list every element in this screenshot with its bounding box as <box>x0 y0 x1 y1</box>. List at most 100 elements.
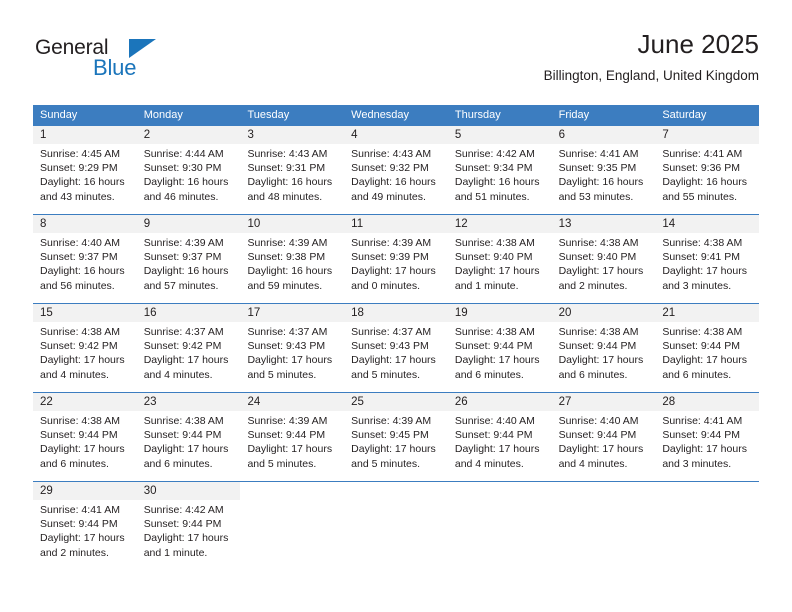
sunset-text: Sunset: 9:40 PM <box>454 251 533 264</box>
day-details: Sunrise: 4:37 AM Sunset: 9:43 PM Daylight:… <box>344 322 448 382</box>
sunrise-text: Sunrise: 4:37 AM <box>247 326 328 338</box>
day-details: Sunrise: 4:43 AM Sunset: 9:31 PM Daylight:… <box>240 144 344 204</box>
sunrise-text: Sunrise: 4:38 AM <box>558 326 639 338</box>
calendar-day-cell[interactable]: 26 Sunrise: 4:40 AM Sunset: 9:44 PM Dayligh… <box>447 393 552 481</box>
sunset-text: Sunset: 9:44 PM <box>143 518 222 531</box>
calendar-day-cell[interactable]: 11 Sunrise: 4:39 AM Sunset: 9:39 PM Dayligh… <box>344 215 448 303</box>
calendar-day-cell[interactable]: 9 Sunrise: 4:39 AM Sunset: 9:37 PM Daylight… <box>136 215 241 303</box>
calendar-day-cell[interactable]: 2 Sunrise: 4:44 AM Sunset: 9:30 PM Daylight… <box>136 126 241 214</box>
day-number: 20 <box>551 304 656 322</box>
day-number: 24 <box>240 393 345 411</box>
sunrise-text: Sunrise: 4:39 AM <box>351 415 432 427</box>
day-details: Sunrise: 4:41 AM Sunset: 9:44 PM Daylight:… <box>655 411 759 471</box>
calendar-day-cell[interactable]: 8 Sunrise: 4:40 AM Sunset: 9:37 PM Daylight… <box>33 215 137 303</box>
calendar-day-cell[interactable]: 5 Sunrise: 4:42 AM Sunset: 9:34 PM Daylight… <box>447 126 552 214</box>
sunset-text: Sunset: 9:35 PM <box>558 162 637 175</box>
day-number <box>551 482 656 500</box>
daylight-text: Daylight: 17 hours and 5 minutes. <box>247 443 333 470</box>
sunset-text: Sunset: 9:37 PM <box>143 251 222 264</box>
day-details: Sunrise: 4:38 AM Sunset: 9:44 PM Daylight:… <box>448 322 552 382</box>
day-number: 11 <box>344 215 448 233</box>
calendar-day-cell[interactable]: 13 Sunrise: 4:38 AM Sunset: 9:40 PM Dayligh… <box>551 215 656 303</box>
daylight-text: Daylight: 17 hours and 6 minutes. <box>40 443 125 470</box>
day-number <box>447 482 552 500</box>
calendar-day-cell[interactable]: 28 Sunrise: 4:41 AM Sunset: 9:44 PM Dayligh… <box>655 393 760 481</box>
calendar-day-cell[interactable]: 16 Sunrise: 4:37 AM Sunset: 9:42 PM Dayligh… <box>136 304 241 392</box>
day-details: Sunrise: 4:40 AM Sunset: 9:44 PM Daylight:… <box>448 411 552 471</box>
weekday-header-tuesday: Tuesday <box>247 109 290 121</box>
day-number <box>344 482 448 500</box>
daylight-text: Daylight: 17 hours and 2 minutes. <box>558 265 644 292</box>
page-header: General Blue June 2025 Billington, Engla… <box>33 28 759 98</box>
daylight-text: Daylight: 17 hours and 5 minutes. <box>247 354 333 381</box>
day-details: Sunrise: 4:38 AM Sunset: 9:40 PM Daylight:… <box>552 233 656 293</box>
calendar-day-cell[interactable]: 25 Sunrise: 4:39 AM Sunset: 9:45 PM Dayligh… <box>344 393 448 481</box>
day-number: 18 <box>344 304 448 322</box>
calendar-day-cell[interactable]: 23 Sunrise: 4:38 AM Sunset: 9:44 PM Dayligh… <box>136 393 241 481</box>
calendar-day-cell[interactable]: 4 Sunrise: 4:43 AM Sunset: 9:32 PM Daylight… <box>344 126 448 214</box>
sunrise-text: Sunrise: 4:41 AM <box>558 148 639 160</box>
day-details: Sunrise: 4:39 AM Sunset: 9:44 PM Daylight:… <box>240 411 344 471</box>
day-number: 27 <box>551 393 656 411</box>
day-details: Sunrise: 4:41 AM Sunset: 9:35 PM Daylight:… <box>552 144 656 204</box>
sunset-text: Sunset: 9:44 PM <box>454 340 533 353</box>
calendar-day-cell[interactable]: 12 Sunrise: 4:38 AM Sunset: 9:40 PM Dayligh… <box>447 215 552 303</box>
daylight-text: Daylight: 16 hours and 56 minutes. <box>40 265 125 292</box>
sunset-text: Sunset: 9:29 PM <box>40 162 118 175</box>
calendar-day-cell[interactable]: 7 Sunrise: 4:41 AM Sunset: 9:36 PM Daylight… <box>655 126 760 214</box>
day-number: 3 <box>240 126 345 144</box>
sunset-text: Sunset: 9:44 PM <box>40 518 118 531</box>
day-details: Sunrise: 4:43 AM Sunset: 9:32 PM Daylight:… <box>344 144 448 204</box>
sunrise-text: Sunrise: 4:42 AM <box>143 504 224 516</box>
calendar-day-cell[interactable]: 17 Sunrise: 4:37 AM Sunset: 9:43 PM Dayligh… <box>240 304 345 392</box>
day-number: 13 <box>551 215 656 233</box>
weekday-header-monday: Monday <box>143 109 183 121</box>
day-details: Sunrise: 4:42 AM Sunset: 9:34 PM Daylight:… <box>448 144 552 204</box>
calendar-day-cell[interactable]: 1 Sunrise: 4:45 AM Sunset: 9:29 PM Daylight… <box>33 126 137 214</box>
weekday-header-friday: Friday <box>558 109 590 121</box>
sunrise-text: Sunrise: 4:38 AM <box>662 237 743 249</box>
calendar-day-cell[interactable]: 21 Sunrise: 4:38 AM Sunset: 9:44 PM Dayligh… <box>655 304 760 392</box>
calendar-day-cell[interactable]: 19 Sunrise: 4:38 AM Sunset: 9:44 PM Dayligh… <box>447 304 552 392</box>
calendar-day-cell[interactable]: 24 Sunrise: 4:39 AM Sunset: 9:44 PM Dayligh… <box>240 393 345 481</box>
calendar-day-cell[interactable]: 10 Sunrise: 4:39 AM Sunset: 9:38 PM Dayligh… <box>240 215 345 303</box>
sunrise-text: Sunrise: 4:38 AM <box>662 326 743 338</box>
day-number: 28 <box>655 393 760 411</box>
daylight-text: Daylight: 16 hours and 46 minutes. <box>143 176 229 203</box>
day-number: 19 <box>447 304 552 322</box>
sunrise-text: Sunrise: 4:38 AM <box>40 326 120 338</box>
calendar-page: General Blue June 2025 Billington, Engla… <box>0 0 792 612</box>
calendar-day-cell[interactable]: 20 Sunrise: 4:38 AM Sunset: 9:44 PM Dayligh… <box>551 304 656 392</box>
day-number <box>655 482 760 500</box>
day-number: 5 <box>447 126 552 144</box>
calendar-day-cell[interactable]: 14 Sunrise: 4:38 AM Sunset: 9:41 PM Dayligh… <box>655 215 760 303</box>
sunset-text: Sunset: 9:44 PM <box>143 429 222 442</box>
daylight-text: Daylight: 17 hours and 0 minutes. <box>351 265 436 292</box>
sunset-text: Sunset: 9:44 PM <box>558 340 637 353</box>
calendar-day-cell[interactable]: 30 Sunrise: 4:42 AM Sunset: 9:44 PM Dayligh… <box>136 482 241 570</box>
day-details: Sunrise: 4:45 AM Sunset: 9:29 PM Daylight:… <box>33 144 137 204</box>
calendar-day-cell[interactable]: 15 Sunrise: 4:38 AM Sunset: 9:42 PM Dayligh… <box>33 304 137 392</box>
daylight-text: Daylight: 17 hours and 3 minutes. <box>662 443 747 470</box>
calendar-day-cell[interactable]: 27 Sunrise: 4:40 AM Sunset: 9:44 PM Dayligh… <box>551 393 656 481</box>
calendar-day-cell[interactable]: 29 Sunrise: 4:41 AM Sunset: 9:44 PM Dayligh… <box>33 482 137 570</box>
sunset-text: Sunset: 9:43 PM <box>351 340 429 353</box>
calendar-day-cell[interactable]: 22 Sunrise: 4:38 AM Sunset: 9:44 PM Dayligh… <box>33 393 137 481</box>
calendar-week-row: 8 Sunrise: 4:40 AM Sunset: 9:37 PM Daylight… <box>33 214 760 303</box>
day-details: Sunrise: 4:38 AM Sunset: 9:41 PM Daylight:… <box>655 233 759 293</box>
sunrise-text: Sunrise: 4:39 AM <box>247 237 328 249</box>
calendar-empty-cell <box>240 482 345 570</box>
calendar-day-cell[interactable]: 3 Sunrise: 4:43 AM Sunset: 9:31 PM Daylight… <box>240 126 345 214</box>
day-details: Sunrise: 4:44 AM Sunset: 9:30 PM Daylight:… <box>137 144 241 204</box>
calendar-day-cell[interactable]: 6 Sunrise: 4:41 AM Sunset: 9:35 PM Daylight… <box>551 126 656 214</box>
day-details: Sunrise: 4:37 AM Sunset: 9:43 PM Daylight:… <box>240 322 344 382</box>
sunrise-text: Sunrise: 4:41 AM <box>662 148 743 160</box>
sunset-text: Sunset: 9:43 PM <box>247 340 326 353</box>
day-details: Sunrise: 4:42 AM Sunset: 9:44 PM Daylight:… <box>137 500 241 560</box>
calendar-day-cell[interactable]: 18 Sunrise: 4:37 AM Sunset: 9:43 PM Dayligh… <box>344 304 448 392</box>
weekday-header-row: Sunday Monday Tuesday Wednesday Thursday Frid… <box>33 105 759 126</box>
calendar-table: Sunday Monday Tuesday Wednesday Thursday Frid… <box>33 105 760 570</box>
day-details: Sunrise: 4:38 AM Sunset: 9:44 PM Daylight:… <box>552 322 656 382</box>
sunset-text: Sunset: 9:31 PM <box>247 162 326 175</box>
calendar-body: 1 Sunrise: 4:45 AM Sunset: 9:29 PM Daylight… <box>33 126 760 570</box>
